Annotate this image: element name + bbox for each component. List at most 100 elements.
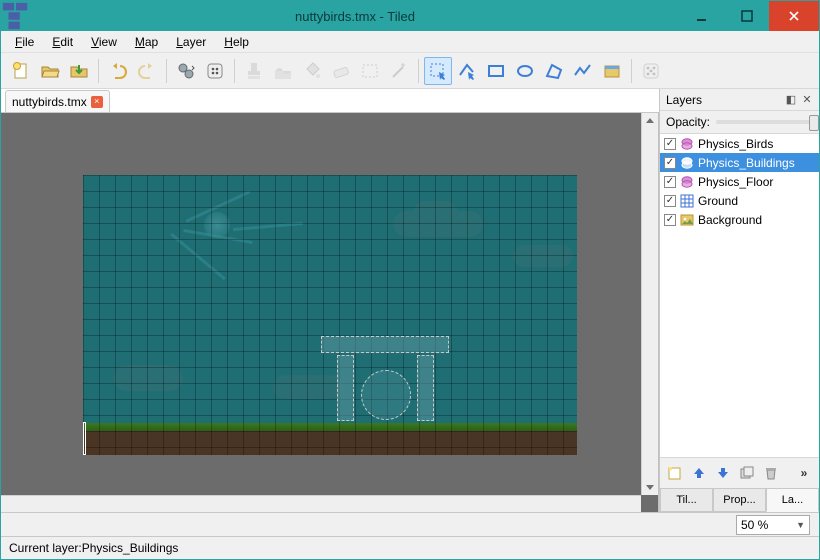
new-file-button[interactable] <box>7 57 35 85</box>
app-icon <box>1 1 31 31</box>
grid-overlay <box>83 175 577 455</box>
layer-name: Ground <box>698 194 738 208</box>
layer-row[interactable]: ✓ Physics_Floor <box>660 172 819 191</box>
open-file-button[interactable] <box>36 57 64 85</box>
minimize-button[interactable] <box>679 1 724 31</box>
maximize-button[interactable] <box>724 1 769 31</box>
eraser-button[interactable] <box>327 57 355 85</box>
tab-tilesets[interactable]: Til... <box>660 489 713 512</box>
menu-view[interactable]: View <box>83 33 125 51</box>
titlebar[interactable]: nuttybirds.tmx - Tiled <box>1 1 819 31</box>
object-pillar-right[interactable] <box>417 355 434 421</box>
layer-visibility-checkbox[interactable]: ✓ <box>664 195 676 207</box>
insert-polygon-button[interactable] <box>540 57 568 85</box>
layer-visibility-checkbox[interactable]: ✓ <box>664 157 676 169</box>
new-layer-button[interactable] <box>664 462 686 484</box>
zoom-select[interactable]: 50 % ▼ <box>736 515 810 535</box>
layers-panel: Layers ◧ ✕ Opacity: ✓Physics_Birds✓Physi… <box>659 89 819 512</box>
layer-type-icon <box>680 137 694 151</box>
editor-pane: nuttybirds.tmx × <box>1 89 659 512</box>
menubar: File Edit View Map Layer Help <box>1 31 819 53</box>
zoom-value: 50 % <box>741 518 768 532</box>
toolbar-separator <box>418 59 419 83</box>
close-button[interactable] <box>769 1 819 31</box>
document-tab-label: nuttybirds.tmx <box>12 95 87 109</box>
tab-layers[interactable]: La... <box>766 489 819 512</box>
layer-type-icon <box>680 156 694 170</box>
menu-help[interactable]: Help <box>216 33 257 51</box>
automap-button[interactable] <box>201 57 229 85</box>
content-area: nuttybirds.tmx × <box>1 89 819 512</box>
map-viewport[interactable] <box>1 113 659 512</box>
panel-titlebar[interactable]: Layers ◧ ✕ <box>660 89 819 111</box>
status-layer: Physics_Buildings <box>82 541 179 555</box>
move-layer-up-button[interactable] <box>688 462 710 484</box>
delete-layer-button[interactable] <box>760 462 782 484</box>
undock-icon[interactable]: ◧ <box>785 94 797 106</box>
terrain-brush-button[interactable] <box>269 57 297 85</box>
layer-toolbar: » <box>660 458 819 488</box>
layer-visibility-checkbox[interactable]: ✓ <box>664 214 676 226</box>
menu-map[interactable]: Map <box>127 33 166 51</box>
footer-bar: 50 % ▼ <box>1 512 819 536</box>
layer-name: Physics_Floor <box>698 175 773 189</box>
rectangle-select-button[interactable] <box>356 57 384 85</box>
vertical-scrollbar[interactable] <box>641 113 658 495</box>
edit-polygons-button[interactable] <box>453 57 481 85</box>
app-window: nuttybirds.tmx - Tiled File Edit View Ma… <box>0 0 820 560</box>
chevron-down-icon: ▼ <box>796 520 805 530</box>
layer-list[interactable]: ✓Physics_Birds✓Physics_Buildings✓Physics… <box>660 133 819 458</box>
bucket-fill-button[interactable] <box>298 57 326 85</box>
menu-layer[interactable]: Layer <box>168 33 214 51</box>
duplicate-layer-button[interactable] <box>736 462 758 484</box>
status-label: Current layer: <box>9 541 82 555</box>
layer-row[interactable]: ✓ Physics_Buildings <box>660 153 819 172</box>
layer-row[interactable]: ✓ Background <box>660 210 819 229</box>
random-mode-button[interactable] <box>637 57 665 85</box>
document-tabstrip: nuttybirds.tmx × <box>1 89 659 113</box>
layer-visibility-checkbox[interactable]: ✓ <box>664 138 676 150</box>
move-layer-down-button[interactable] <box>712 462 734 484</box>
layer-type-icon <box>680 213 694 227</box>
layer-name: Physics_Buildings <box>698 156 795 170</box>
panel-close-icon[interactable]: ✕ <box>801 94 813 106</box>
panel-title: Layers <box>666 93 702 107</box>
insert-tile-button[interactable] <box>598 57 626 85</box>
panel-tabs: Til... Prop... La... <box>660 488 819 512</box>
opacity-handle[interactable] <box>809 115 819 131</box>
more-button[interactable]: » <box>793 462 815 484</box>
insert-rectangle-button[interactable] <box>482 57 510 85</box>
object-circle[interactable] <box>361 370 411 420</box>
menu-edit[interactable]: Edit <box>44 33 81 51</box>
save-file-button[interactable] <box>65 57 93 85</box>
magic-wand-button[interactable] <box>385 57 413 85</box>
menu-file[interactable]: File <box>7 33 42 51</box>
command-button[interactable] <box>172 57 200 85</box>
opacity-label: Opacity: <box>666 115 710 129</box>
stamp-brush-button[interactable] <box>240 57 268 85</box>
layer-row[interactable]: ✓Physics_Birds <box>660 134 819 153</box>
map-canvas[interactable] <box>83 175 577 455</box>
select-objects-button[interactable] <box>424 57 452 85</box>
object-pillar-left[interactable] <box>337 355 354 421</box>
opacity-row: Opacity: <box>660 111 819 133</box>
layer-type-icon <box>680 194 694 208</box>
window-title: nuttybirds.tmx - Tiled <box>31 9 679 24</box>
opacity-slider[interactable] <box>716 120 813 124</box>
layer-row[interactable]: ✓ Ground <box>660 191 819 210</box>
undo-button[interactable] <box>104 57 132 85</box>
layer-visibility-checkbox[interactable]: ✓ <box>664 176 676 188</box>
toolbar-separator <box>631 59 632 83</box>
document-tab[interactable]: nuttybirds.tmx × <box>5 90 110 112</box>
horizontal-scrollbar[interactable] <box>1 495 641 512</box>
object-beam-top[interactable] <box>321 336 449 353</box>
toolbar-separator <box>98 59 99 83</box>
redo-button[interactable] <box>133 57 161 85</box>
toolbar-separator <box>166 59 167 83</box>
insert-ellipse-button[interactable] <box>511 57 539 85</box>
insert-polyline-button[interactable] <box>569 57 597 85</box>
main-toolbar <box>1 53 819 89</box>
close-tab-icon[interactable]: × <box>91 96 103 108</box>
tab-properties[interactable]: Prop... <box>713 489 766 512</box>
layer-name: Background <box>698 213 762 227</box>
